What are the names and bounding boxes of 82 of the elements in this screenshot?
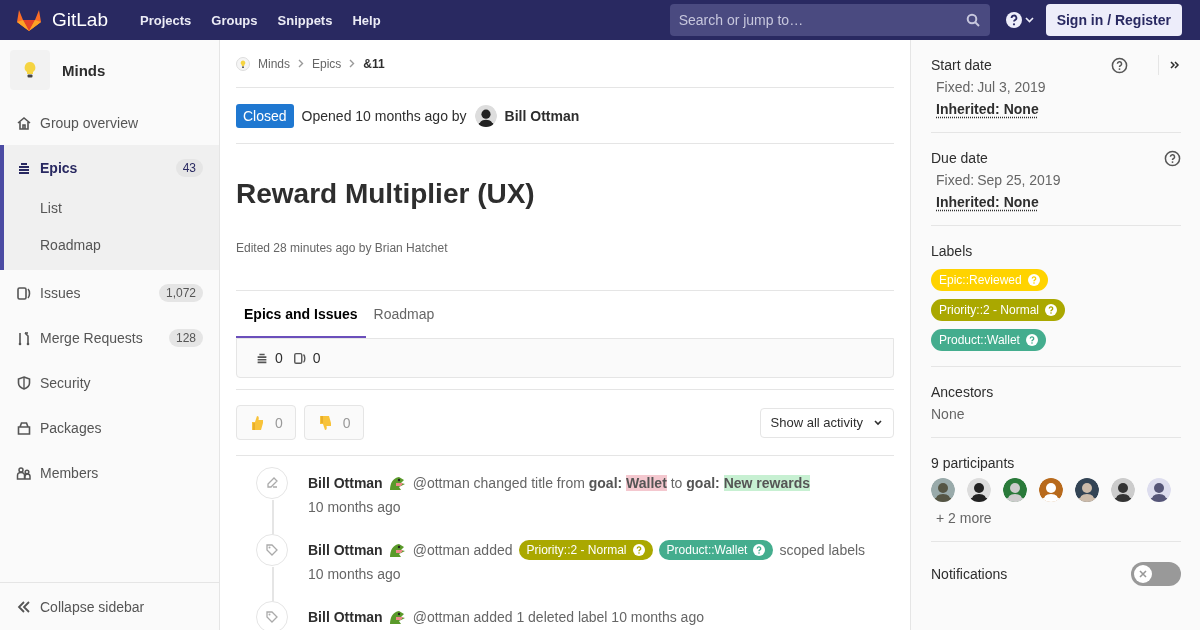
epic-title: Reward Multiplier (UX) (236, 178, 536, 210)
group-avatar-icon[interactable] (236, 56, 250, 71)
chevron-down-icon (873, 418, 883, 427)
home-icon (16, 114, 32, 131)
stack-icon (255, 351, 269, 365)
section-title: 9 participants (931, 455, 1015, 471)
double-chevron-left-icon (16, 598, 32, 615)
author-link[interactable]: Bill Ottman (308, 475, 383, 491)
count-text: 0 (312, 350, 321, 366)
fixed-label: Fixed: (936, 172, 975, 188)
inherited-date[interactable]: Inherited: None (936, 194, 1039, 210)
author-link[interactable]: Bill Ottman (308, 609, 383, 625)
app-name[interactable]: GitLab (52, 9, 108, 31)
gitlab-logo-icon[interactable] (16, 8, 42, 32)
group-name[interactable]: Minds (62, 61, 106, 79)
sidebar-subitem[interactable]: List (0, 190, 219, 227)
section-title: Notifications (931, 566, 1008, 582)
timestamp[interactable]: 10 months ago (308, 566, 866, 582)
author-link[interactable]: Bill Ottman (308, 542, 383, 558)
edited-text: Edited 28 minutes ago by Brian Hatchet (236, 241, 894, 291)
inherited-date[interactable]: Inherited: None (936, 101, 1039, 117)
sidebar-item[interactable]: Merge Requests 128 (0, 315, 219, 360)
pencil-icon (256, 467, 288, 499)
activity-text: @ottman added 1 deleted label 10 months ago (412, 609, 704, 625)
date-value: Sep 25, 2019 (977, 172, 1061, 188)
activity-text: scoped labels (779, 542, 866, 558)
count-badge: 43 (175, 158, 203, 177)
search-icon[interactable] (965, 13, 980, 27)
sign-in-button[interactable]: Sign in / Register (1045, 4, 1182, 36)
sidebar-item[interactable]: Group overview (0, 100, 219, 145)
activity-text: @ottman added (412, 542, 513, 558)
breadcrumb-link[interactable]: Epics (312, 56, 342, 71)
nav-link[interactable]: Help (342, 6, 391, 34)
sidebar-item[interactable]: Epics 43 (0, 145, 219, 190)
author-link[interactable]: Bill Ottman (474, 104, 580, 127)
more-participants-link[interactable]: + 2 more (936, 510, 1181, 526)
notifications-toggle[interactable] (1131, 562, 1181, 586)
opened-text: Opened 10 months ago by (301, 107, 467, 124)
date-value: Jul 3, 2019 (977, 79, 1046, 95)
count-badge: 128 (168, 328, 203, 347)
help-icon[interactable] (1164, 149, 1181, 167)
issues-icon (16, 284, 32, 301)
activity-text: @ottman changed title from goal: Wallet to goal: New rewards (412, 475, 810, 491)
breadcrumb-link[interactable]: Minds (258, 56, 290, 71)
sidebar-item[interactable]: Issues 1,072 (0, 270, 219, 315)
lightbulb-icon (23, 61, 37, 79)
breadcrumb-link[interactable]: &11 (363, 56, 385, 71)
expand-sidebar-icon[interactable] (1169, 59, 1181, 71)
chevron-right-icon (298, 59, 304, 68)
issues-icon (292, 351, 307, 365)
section-title: Ancestors (931, 384, 994, 400)
close-icon (1139, 570, 1147, 578)
search-field[interactable]: Search or jump to… (669, 4, 990, 36)
sidebar-item[interactable]: Security (0, 360, 219, 405)
section-title: Labels (931, 243, 973, 259)
sidebar-subitem[interactable]: Roadmap (0, 227, 219, 264)
nav-link[interactable]: Snippets (267, 6, 343, 34)
nav-link[interactable]: Projects (130, 6, 202, 34)
section-title: Due date (931, 150, 988, 166)
timestamp[interactable]: 10 months ago (308, 499, 810, 515)
tab[interactable]: Roadmap (365, 291, 443, 338)
sidebar-item[interactable]: Packages (0, 405, 219, 450)
package-icon (16, 419, 32, 436)
author-avatar (474, 104, 497, 127)
sidebar-item[interactable]: Members (0, 450, 219, 495)
thumbs-up-icon (249, 413, 265, 432)
shield-icon (16, 374, 32, 391)
count-text: 0 (275, 350, 283, 366)
activity-filter-dropdown[interactable]: Show all activity (759, 407, 894, 438)
fixed-label: Fixed: (936, 79, 975, 95)
section-title: Start date (931, 57, 992, 73)
nav-link[interactable]: Groups (201, 6, 268, 34)
ancestors-value: None (931, 406, 966, 422)
tag-icon (256, 534, 288, 566)
help-icon[interactable] (1005, 11, 1034, 29)
help-icon[interactable] (1111, 56, 1128, 74)
collapse-sidebar-button[interactable]: Collapse sidebar (0, 582, 219, 630)
members-icon (16, 464, 32, 481)
merge-icon (16, 329, 32, 346)
count-badge: 1,072 (158, 283, 203, 302)
chevron-right-icon (349, 59, 356, 68)
status-badge: Closed (236, 103, 294, 128)
